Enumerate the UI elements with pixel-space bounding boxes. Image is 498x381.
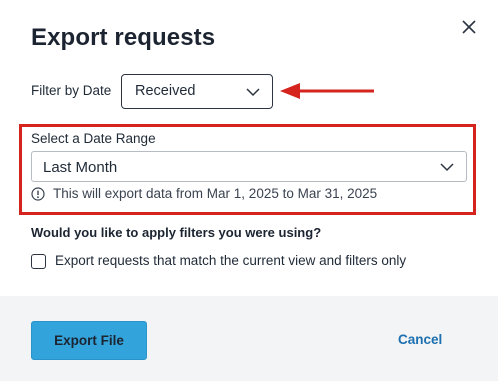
filter-by-date-label: Filter by Date <box>31 83 112 98</box>
date-range-label: Select a Date Range <box>31 131 156 146</box>
apply-filters-checkbox-label[interactable]: Export requests that match the current v… <box>55 253 406 268</box>
close-icon <box>462 20 476 34</box>
chevron-down-icon <box>440 163 454 172</box>
dialog-title: Export requests <box>31 24 216 51</box>
cancel-button[interactable]: Cancel <box>398 332 442 347</box>
apply-filters-checkbox[interactable] <box>31 254 46 269</box>
filter-by-date-value: Received <box>135 83 196 99</box>
apply-filters-question: Would you like to apply filters you were… <box>31 225 322 240</box>
export-file-button[interactable]: Export File <box>31 321 147 360</box>
close-button[interactable] <box>455 14 483 42</box>
export-requests-dialog: Export requests Filter by Date Received … <box>0 0 498 381</box>
filter-by-date-select[interactable]: Received <box>121 74 273 109</box>
date-range-info-text: This will export data from Mar 1, 2025 t… <box>53 186 378 201</box>
annotation-arrow <box>280 83 374 99</box>
info-icon <box>31 187 45 201</box>
date-range-value: Last Month <box>43 159 118 176</box>
date-range-select[interactable]: Last Month <box>31 151 467 182</box>
chevron-down-icon <box>246 88 260 97</box>
